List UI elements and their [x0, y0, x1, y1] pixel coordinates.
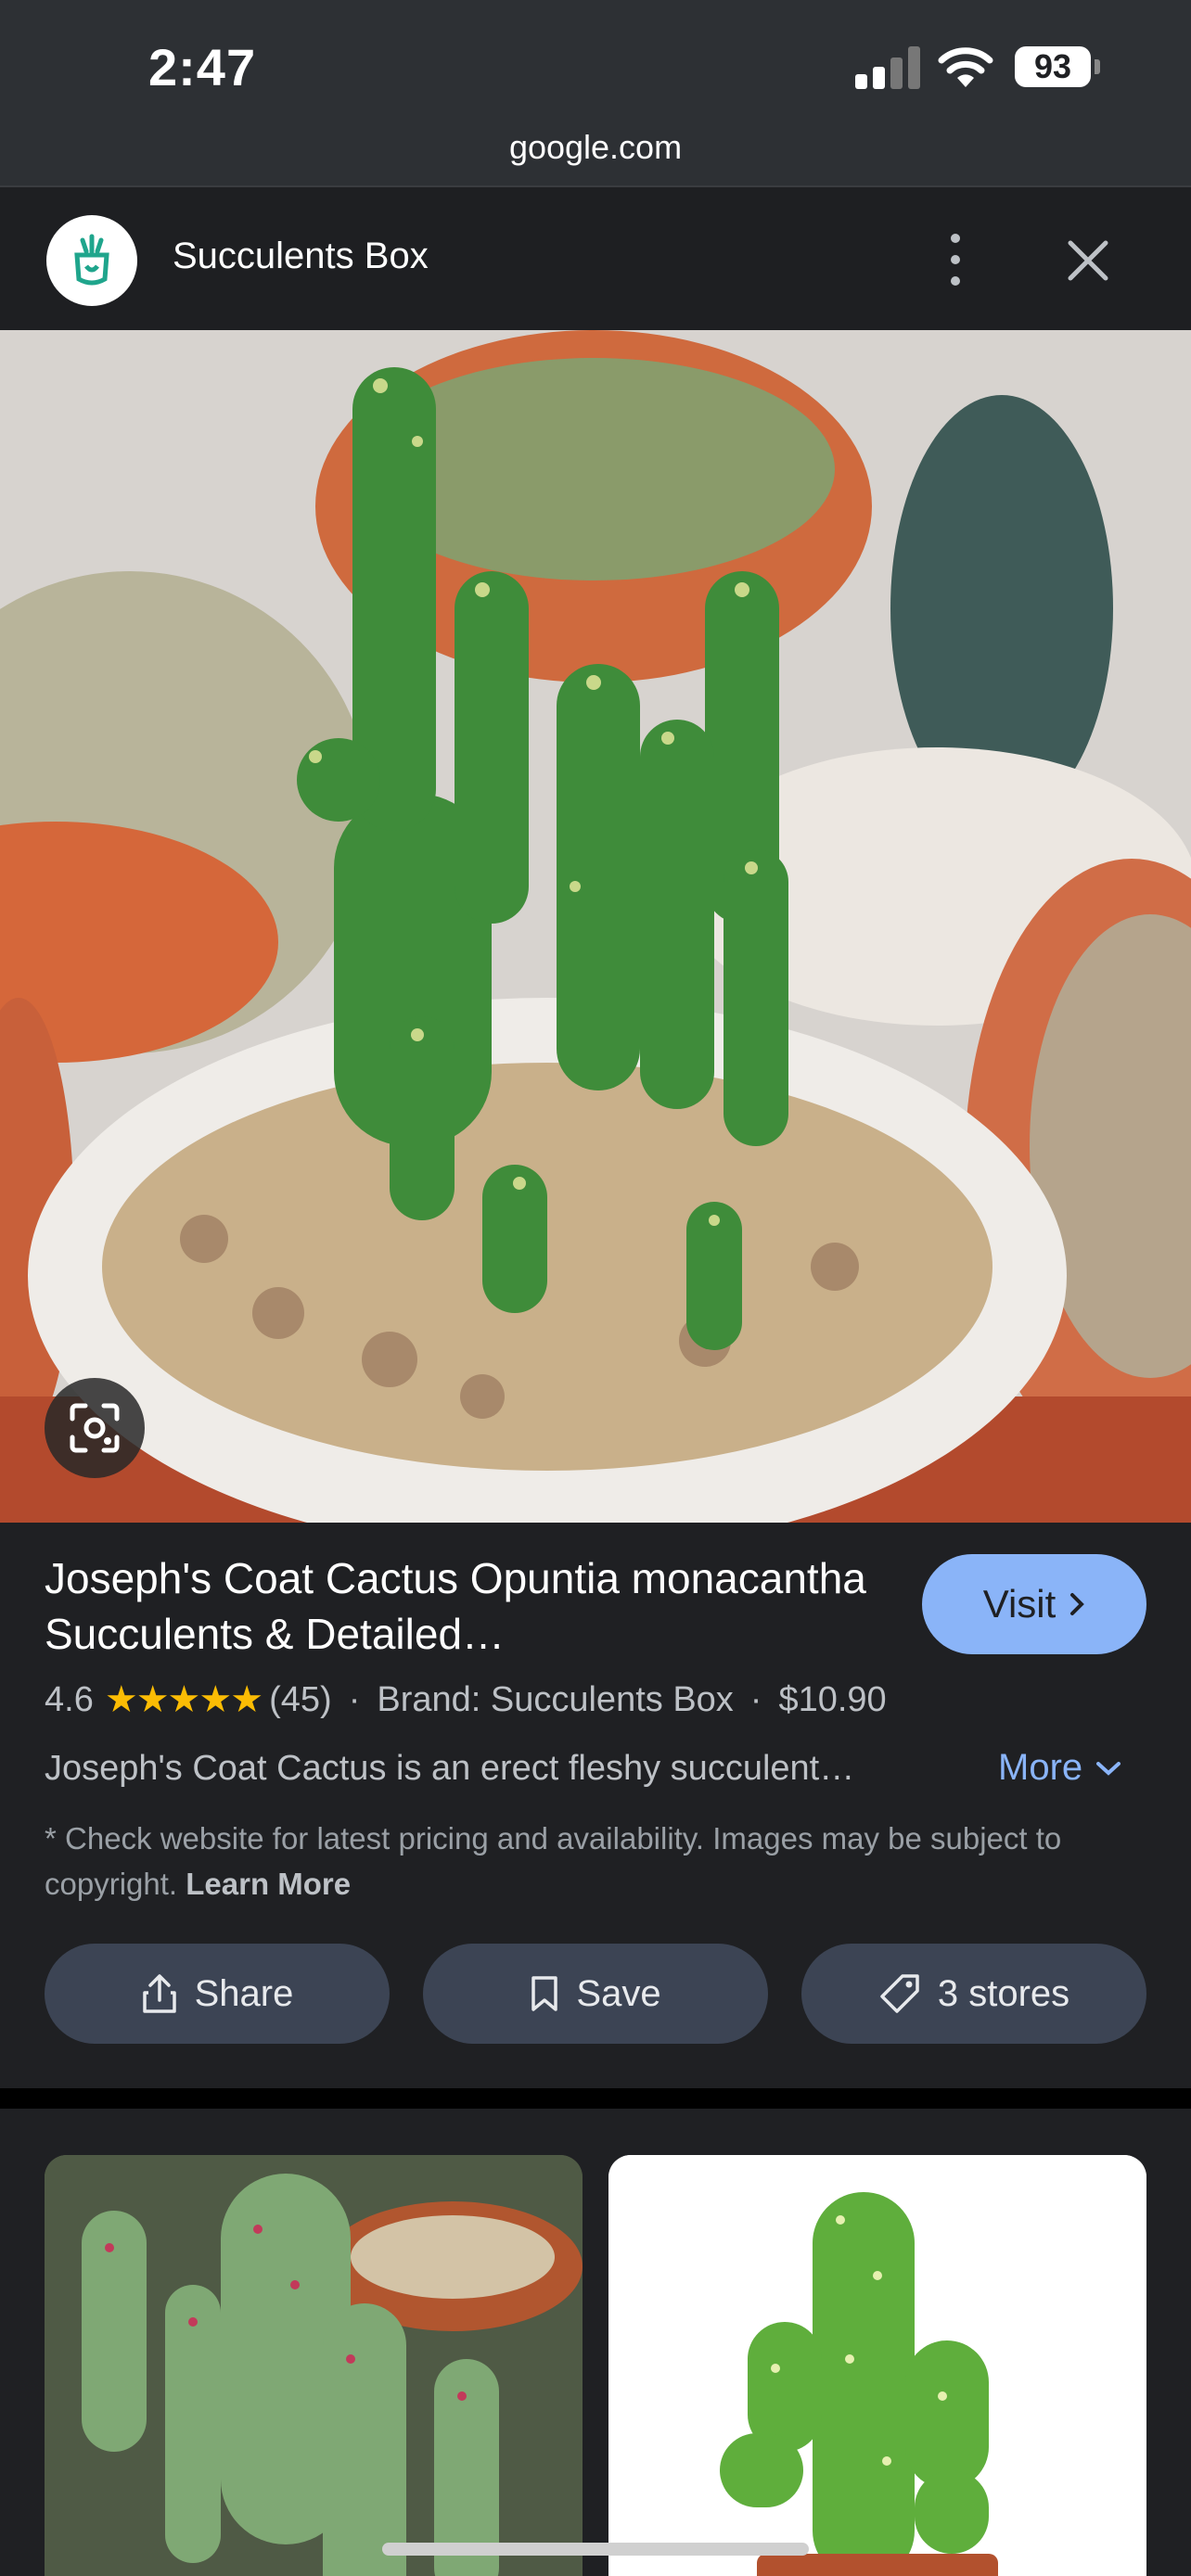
related-images — [0, 2109, 1191, 2576]
wifi-icon — [938, 47, 993, 87]
product-title[interactable]: Joseph's Coat Cactus Opuntia monacantha … — [45, 1550, 879, 1662]
more-options-icon[interactable] — [937, 234, 974, 286]
chevron-down-icon — [1096, 1761, 1121, 1776]
close-icon[interactable] — [1067, 239, 1109, 282]
url-bar[interactable]: google.com — [0, 128, 1191, 167]
visit-button-label: Visit — [982, 1582, 1057, 1626]
separator-dot: · — [749, 1679, 762, 1719]
stores-label: 3 stores — [937, 1972, 1070, 2014]
stores-button[interactable]: 3 stores — [801, 1944, 1146, 2044]
rating-stars-icon: ★★★★★ — [104, 1679, 263, 1720]
home-indicator[interactable] — [382, 2543, 809, 2556]
separator-dot: · — [348, 1679, 361, 1719]
product-description: Joseph's Coat Cactus is an erect fleshy … — [45, 1749, 855, 1788]
chevron-right-icon — [1070, 1593, 1085, 1615]
battery-icon: 93 — [1015, 46, 1091, 87]
status-time: 2:47 — [148, 38, 257, 96]
price-text: $10.90 — [778, 1679, 887, 1719]
tag-icon — [880, 1974, 919, 2013]
site-name[interactable]: Succulents Box — [173, 236, 429, 277]
disclaimer-text: * Check website for latest pricing and a… — [45, 1816, 1148, 1906]
site-header: Succulents Box — [0, 185, 1191, 330]
share-button[interactable]: Share — [45, 1944, 390, 2044]
brand-text: Brand: Succulents Box — [377, 1679, 734, 1719]
bookmark-icon — [531, 1976, 558, 2011]
cellular-signal-icon — [855, 46, 920, 89]
rating-value: 4.6 — [45, 1679, 94, 1719]
more-button-label: More — [998, 1747, 1083, 1788]
action-chips: Share Save 3 stores — [45, 1944, 1146, 2044]
section-divider — [0, 2088, 1191, 2109]
status-bar: 2:47 93 google.com — [0, 0, 1191, 185]
visit-button[interactable]: Visit — [922, 1554, 1146, 1654]
lens-search-icon[interactable] — [45, 1378, 145, 1478]
more-button[interactable]: More — [998, 1747, 1121, 1789]
product-image[interactable] — [0, 330, 1191, 1523]
product-meta-row: 4.6 ★★★★★ (45) · Brand: Succulents Box ·… — [45, 1678, 887, 1721]
learn-more-link[interactable]: Learn More — [186, 1867, 351, 1901]
save-label: Save — [576, 1972, 661, 2014]
site-favicon-icon[interactable] — [46, 215, 137, 306]
save-button[interactable]: Save — [423, 1944, 768, 2044]
product-info-panel: Joseph's Coat Cactus Opuntia monacantha … — [0, 1523, 1191, 2088]
share-label: Share — [194, 1972, 294, 2014]
share-icon — [142, 1974, 176, 2013]
related-image-thumbnail[interactable] — [45, 2155, 583, 2576]
review-count[interactable]: (45) — [269, 1680, 332, 1720]
battery-nub — [1095, 59, 1100, 74]
related-image-thumbnail[interactable] — [608, 2155, 1146, 2576]
